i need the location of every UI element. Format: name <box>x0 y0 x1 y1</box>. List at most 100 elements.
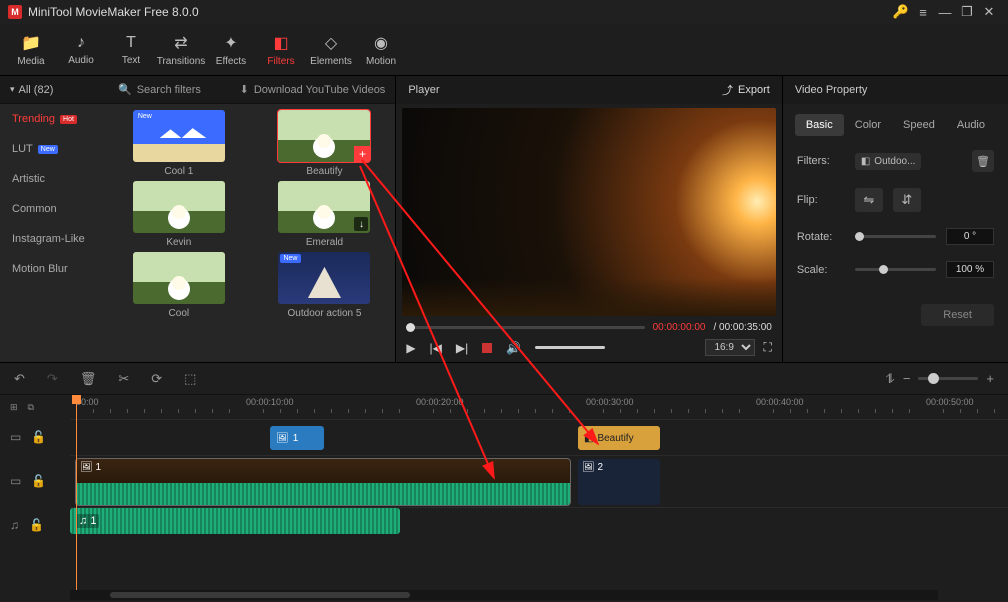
filters-label: Filters: <box>797 155 845 167</box>
app-title: MiniTool MovieMaker Free 8.0.0 <box>28 5 199 19</box>
toolbar-effects[interactable]: ✦Effects <box>206 25 256 75</box>
toolbar-text[interactable]: TText <box>106 25 156 75</box>
redo-button[interactable]: ↷ <box>47 371 58 387</box>
ruler-tick: 00:00:20:00 <box>416 397 464 407</box>
time-ruler[interactable]: 00:0000:00:10:0000:00:20:0000:00:30:0000… <box>70 395 1008 419</box>
lock-icon[interactable]: 🔓 <box>31 430 46 444</box>
image-icon: 🖼 1 <box>80 462 101 473</box>
prop-tab-basic[interactable]: Basic <box>795 114 844 136</box>
video-clip-2[interactable]: 🖼 2 <box>578 459 660 505</box>
play-button[interactable]: ▶ <box>406 341 415 355</box>
close-button[interactable]: ✕ <box>978 4 1000 20</box>
audio-clip[interactable]: ♫ 1 <box>70 508 400 534</box>
scale-value[interactable]: 100 % <box>946 261 994 278</box>
fullscreen-button[interactable]: ⛶ <box>763 340 771 355</box>
export-button[interactable]: ⤴ Export <box>722 82 770 98</box>
toolbar-elements[interactable]: ◇Elements <box>306 25 356 75</box>
filter-kevin[interactable]: Kevin <box>118 181 240 248</box>
video-property-panel: Video Property BasicColorSpeedAudio Filt… <box>783 76 1008 362</box>
chevron-down-icon: ▾ <box>10 84 15 95</box>
player-panel: Player ⤴ Export 00:00:00:00 / 00:00:35:0… <box>395 76 783 362</box>
toolbar-transitions[interactable]: ⇄Transitions <box>156 25 206 75</box>
audio-waveform <box>76 483 570 505</box>
download-youtube-link[interactable]: Download YouTube Videos <box>254 84 386 96</box>
search-input[interactable]: Search filters <box>137 84 201 96</box>
menu-icon[interactable]: ≡ <box>912 5 934 20</box>
premium-key-icon[interactable]: 🔑 <box>890 4 912 20</box>
playhead[interactable] <box>76 395 77 590</box>
category-trending[interactable]: TrendingHot <box>0 104 108 134</box>
titlebar: M MiniTool MovieMaker Free 8.0.0 🔑 ≡ — ❐… <box>0 0 1008 24</box>
rotate-value[interactable]: 0 ° <box>946 228 994 245</box>
audio-track-icon: ♫ <box>10 518 19 532</box>
rotate-slider[interactable] <box>855 235 936 238</box>
prop-tab-color[interactable]: Color <box>844 114 892 136</box>
effect-clip[interactable]: 🖼1 <box>270 426 324 450</box>
delete-button[interactable]: 🗑 <box>80 371 97 387</box>
zoom-fit-button[interactable]: ⥮ <box>885 371 894 387</box>
audio-track[interactable]: ♫ 1 <box>70 507 1008 543</box>
video-clip-1[interactable]: 🖼 1 <box>76 459 570 505</box>
reset-button[interactable]: Reset <box>921 304 994 326</box>
split-button[interactable]: ✂ <box>118 371 129 387</box>
flip-horizontal-button[interactable]: ⇋ <box>855 188 883 212</box>
ruler-tick: 00:00:10:00 <box>246 397 294 407</box>
delete-filter-button[interactable]: 🗑 <box>972 150 994 172</box>
toolbar-media[interactable]: 📁Media <box>6 25 56 75</box>
filters-panel: ▾ All (82) TrendingHotLUTNewArtisticComm… <box>0 76 395 362</box>
aspect-ratio-select[interactable]: 16:9 <box>705 339 755 356</box>
toolbar-filters[interactable]: ◧Filters <box>256 25 306 75</box>
volume-icon[interactable]: 🔊 <box>506 341 521 355</box>
seek-bar[interactable] <box>406 326 644 329</box>
flip-vertical-button[interactable]: ⇵ <box>893 188 921 212</box>
category-lut[interactable]: LUTNew <box>0 134 108 164</box>
timeline-scrollbar[interactable] <box>70 590 938 600</box>
category-common[interactable]: Common <box>0 194 108 224</box>
prev-frame-button[interactable]: |◀ <box>430 341 442 355</box>
zoom-slider[interactable] <box>918 377 978 380</box>
track-layout-button[interactable]: ⧉ <box>28 402 34 413</box>
applied-filter-chip[interactable]: ◧Outdoo... <box>855 153 922 170</box>
toolbar-motion[interactable]: ◉Motion <box>356 25 406 75</box>
categories-header[interactable]: ▾ All (82) <box>0 76 108 104</box>
filter-emerald[interactable]: ↓Emerald <box>264 181 386 248</box>
filter-cool[interactable]: Cool <box>118 252 240 319</box>
category-instagram-like[interactable]: Instagram-Like <box>0 224 108 254</box>
video-track[interactable]: 🖼 1 🖼 2 <box>70 455 1008 507</box>
filter-beautify[interactable]: +Beautify <box>264 110 386 177</box>
volume-slider[interactable] <box>535 346 605 349</box>
effects-track[interactable]: 🖼1 ◧Beautify <box>70 419 1008 455</box>
export-icon: ⤴ <box>722 82 733 98</box>
prop-tab-audio[interactable]: Audio <box>946 114 996 136</box>
timeline-toolbar: ↶ ↷ 🗑 ✂ ⟳ ⬚ ⥮ − + <box>0 363 1008 395</box>
filter-icon: ◧ <box>584 433 593 444</box>
scale-slider[interactable] <box>855 268 936 271</box>
filter-outdoor-action-5[interactable]: NewOutdoor action 5 <box>264 252 386 319</box>
crop-button[interactable]: ⬚ <box>184 371 196 387</box>
maximize-button[interactable]: ❐ <box>956 4 978 20</box>
download-icon: ⬇ <box>240 83 249 96</box>
speed-button[interactable]: ⟳ <box>151 371 162 387</box>
beautify-filter-clip[interactable]: ◧Beautify <box>578 426 660 450</box>
ruler-tick: 00:00:50:00 <box>926 397 974 407</box>
next-frame-button[interactable]: ▶| <box>456 341 468 355</box>
player-title: Player <box>408 84 439 96</box>
rotate-label: Rotate: <box>797 231 845 243</box>
minimize-button[interactable]: — <box>934 5 956 20</box>
lock-icon[interactable]: 🔓 <box>31 474 46 488</box>
prop-tab-speed[interactable]: Speed <box>892 114 946 136</box>
filter-cool-1[interactable]: NewCool 1 <box>118 110 240 177</box>
toolbar-audio[interactable]: ♪Audio <box>56 25 106 75</box>
category-artistic[interactable]: Artistic <box>0 164 108 194</box>
undo-button[interactable]: ↶ <box>14 371 25 387</box>
add-track-button[interactable]: ⊞ <box>10 402 18 413</box>
video-preview[interactable] <box>402 108 776 316</box>
lock-icon[interactable]: 🔓 <box>29 518 44 532</box>
flip-label: Flip: <box>797 194 845 206</box>
stop-button[interactable] <box>482 343 492 353</box>
zoom-in-button[interactable]: + <box>986 371 994 386</box>
category-motion-blur[interactable]: Motion Blur <box>0 254 108 284</box>
ruler-tick: 00:00:30:00 <box>586 397 634 407</box>
zoom-out-button[interactable]: − <box>903 371 911 386</box>
image-icon: 🖼 2 <box>582 462 603 473</box>
